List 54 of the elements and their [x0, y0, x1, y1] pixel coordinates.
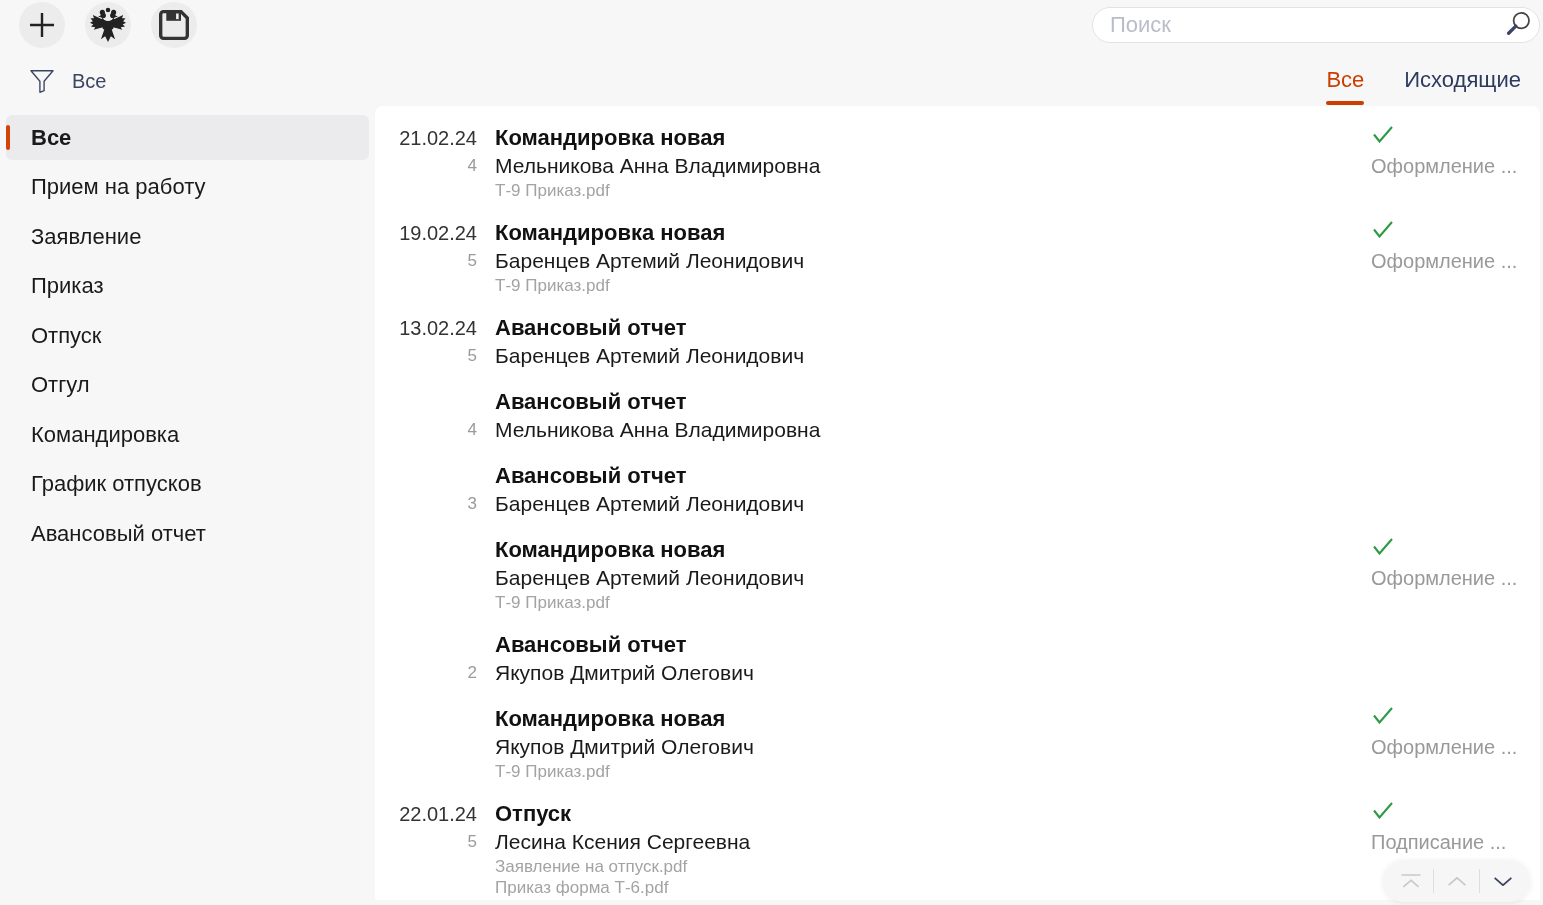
- document-number: 2: [467, 662, 477, 684]
- document-date: 19.02.24: [399, 221, 477, 246]
- sidebar-item[interactable]: Отпуск: [6, 313, 369, 358]
- document-number: 4: [467, 419, 477, 441]
- sidebar-item[interactable]: Заявление: [6, 214, 369, 259]
- sidebar-item[interactable]: Прием на работу: [6, 164, 369, 210]
- document-number: 4: [467, 155, 477, 177]
- document-title: Командировка новая: [495, 124, 727, 152]
- emblem-button[interactable]: [85, 2, 131, 48]
- document-title: Отпуск: [495, 800, 573, 828]
- plus-icon: [29, 12, 55, 38]
- document-date: 13.02.24: [399, 316, 477, 341]
- document-number: 5: [467, 250, 477, 272]
- sidebar-item[interactable]: Приказ: [6, 263, 369, 309]
- employee-name: Баренцев Артемий Леонидович: [495, 343, 806, 369]
- document-date: 21.02.24: [399, 126, 477, 151]
- document-title: Авансовый отчет: [495, 388, 688, 416]
- document-number: 5: [467, 345, 477, 367]
- document-title: Авансовый отчет: [495, 314, 688, 342]
- status-text: Оформление ...: [1371, 154, 1518, 179]
- sidebar-item[interactable]: График отпусков: [6, 461, 369, 507]
- status-text: Оформление ...: [1371, 249, 1518, 274]
- employee-name: Якупов Дмитрий Олегович: [495, 734, 755, 760]
- save-button[interactable]: [151, 2, 197, 48]
- document-title: Авансовый отчет: [495, 631, 688, 659]
- employee-name: Мельникова Анна Владимировна: [495, 417, 822, 443]
- status-text: Оформление ...: [1371, 735, 1518, 760]
- employee-name: Мельникова Анна Владимировна: [495, 153, 822, 179]
- double-headed-eagle-icon: [90, 7, 126, 43]
- add-button[interactable]: [19, 2, 65, 48]
- employee-name: Баренцев Артемий Леонидович: [495, 248, 806, 274]
- document-number: 3: [467, 493, 477, 515]
- status-text: Подписание ...: [1371, 830, 1507, 855]
- employee-name: Баренцев Артемий Леонидович: [495, 565, 806, 591]
- sidebar-item[interactable]: Авансовый отчет: [6, 511, 369, 556]
- document-date: 22.01.24: [399, 802, 477, 827]
- search-field[interactable]: Поиск: [1092, 7, 1540, 43]
- document-title: Командировка новая: [495, 536, 727, 564]
- filter-button[interactable]: Все: [30, 70, 107, 93]
- sidebar-item[interactable]: Все: [6, 115, 369, 160]
- tab[interactable]: Исходящие: [1404, 66, 1521, 106]
- search-icon: [1507, 12, 1531, 36]
- sidebar-item[interactable]: Отгул: [6, 362, 369, 408]
- employee-name: Баренцев Артемий Леонидович: [495, 491, 806, 517]
- sidebar-item[interactable]: Командировка: [6, 412, 369, 457]
- employee-name: Лесина Ксения Сергеевна: [495, 829, 752, 855]
- tab[interactable]: Все: [1326, 66, 1365, 106]
- status-text: Оформление ...: [1371, 566, 1518, 591]
- document-title: Командировка новая: [495, 705, 727, 733]
- employee-name: Якупов Дмитрий Олегович: [495, 660, 755, 686]
- filter-icon: [30, 70, 54, 93]
- document-title: Авансовый отчет: [495, 462, 688, 490]
- document-number: 5: [467, 831, 477, 853]
- document-title: Командировка новая: [495, 219, 727, 247]
